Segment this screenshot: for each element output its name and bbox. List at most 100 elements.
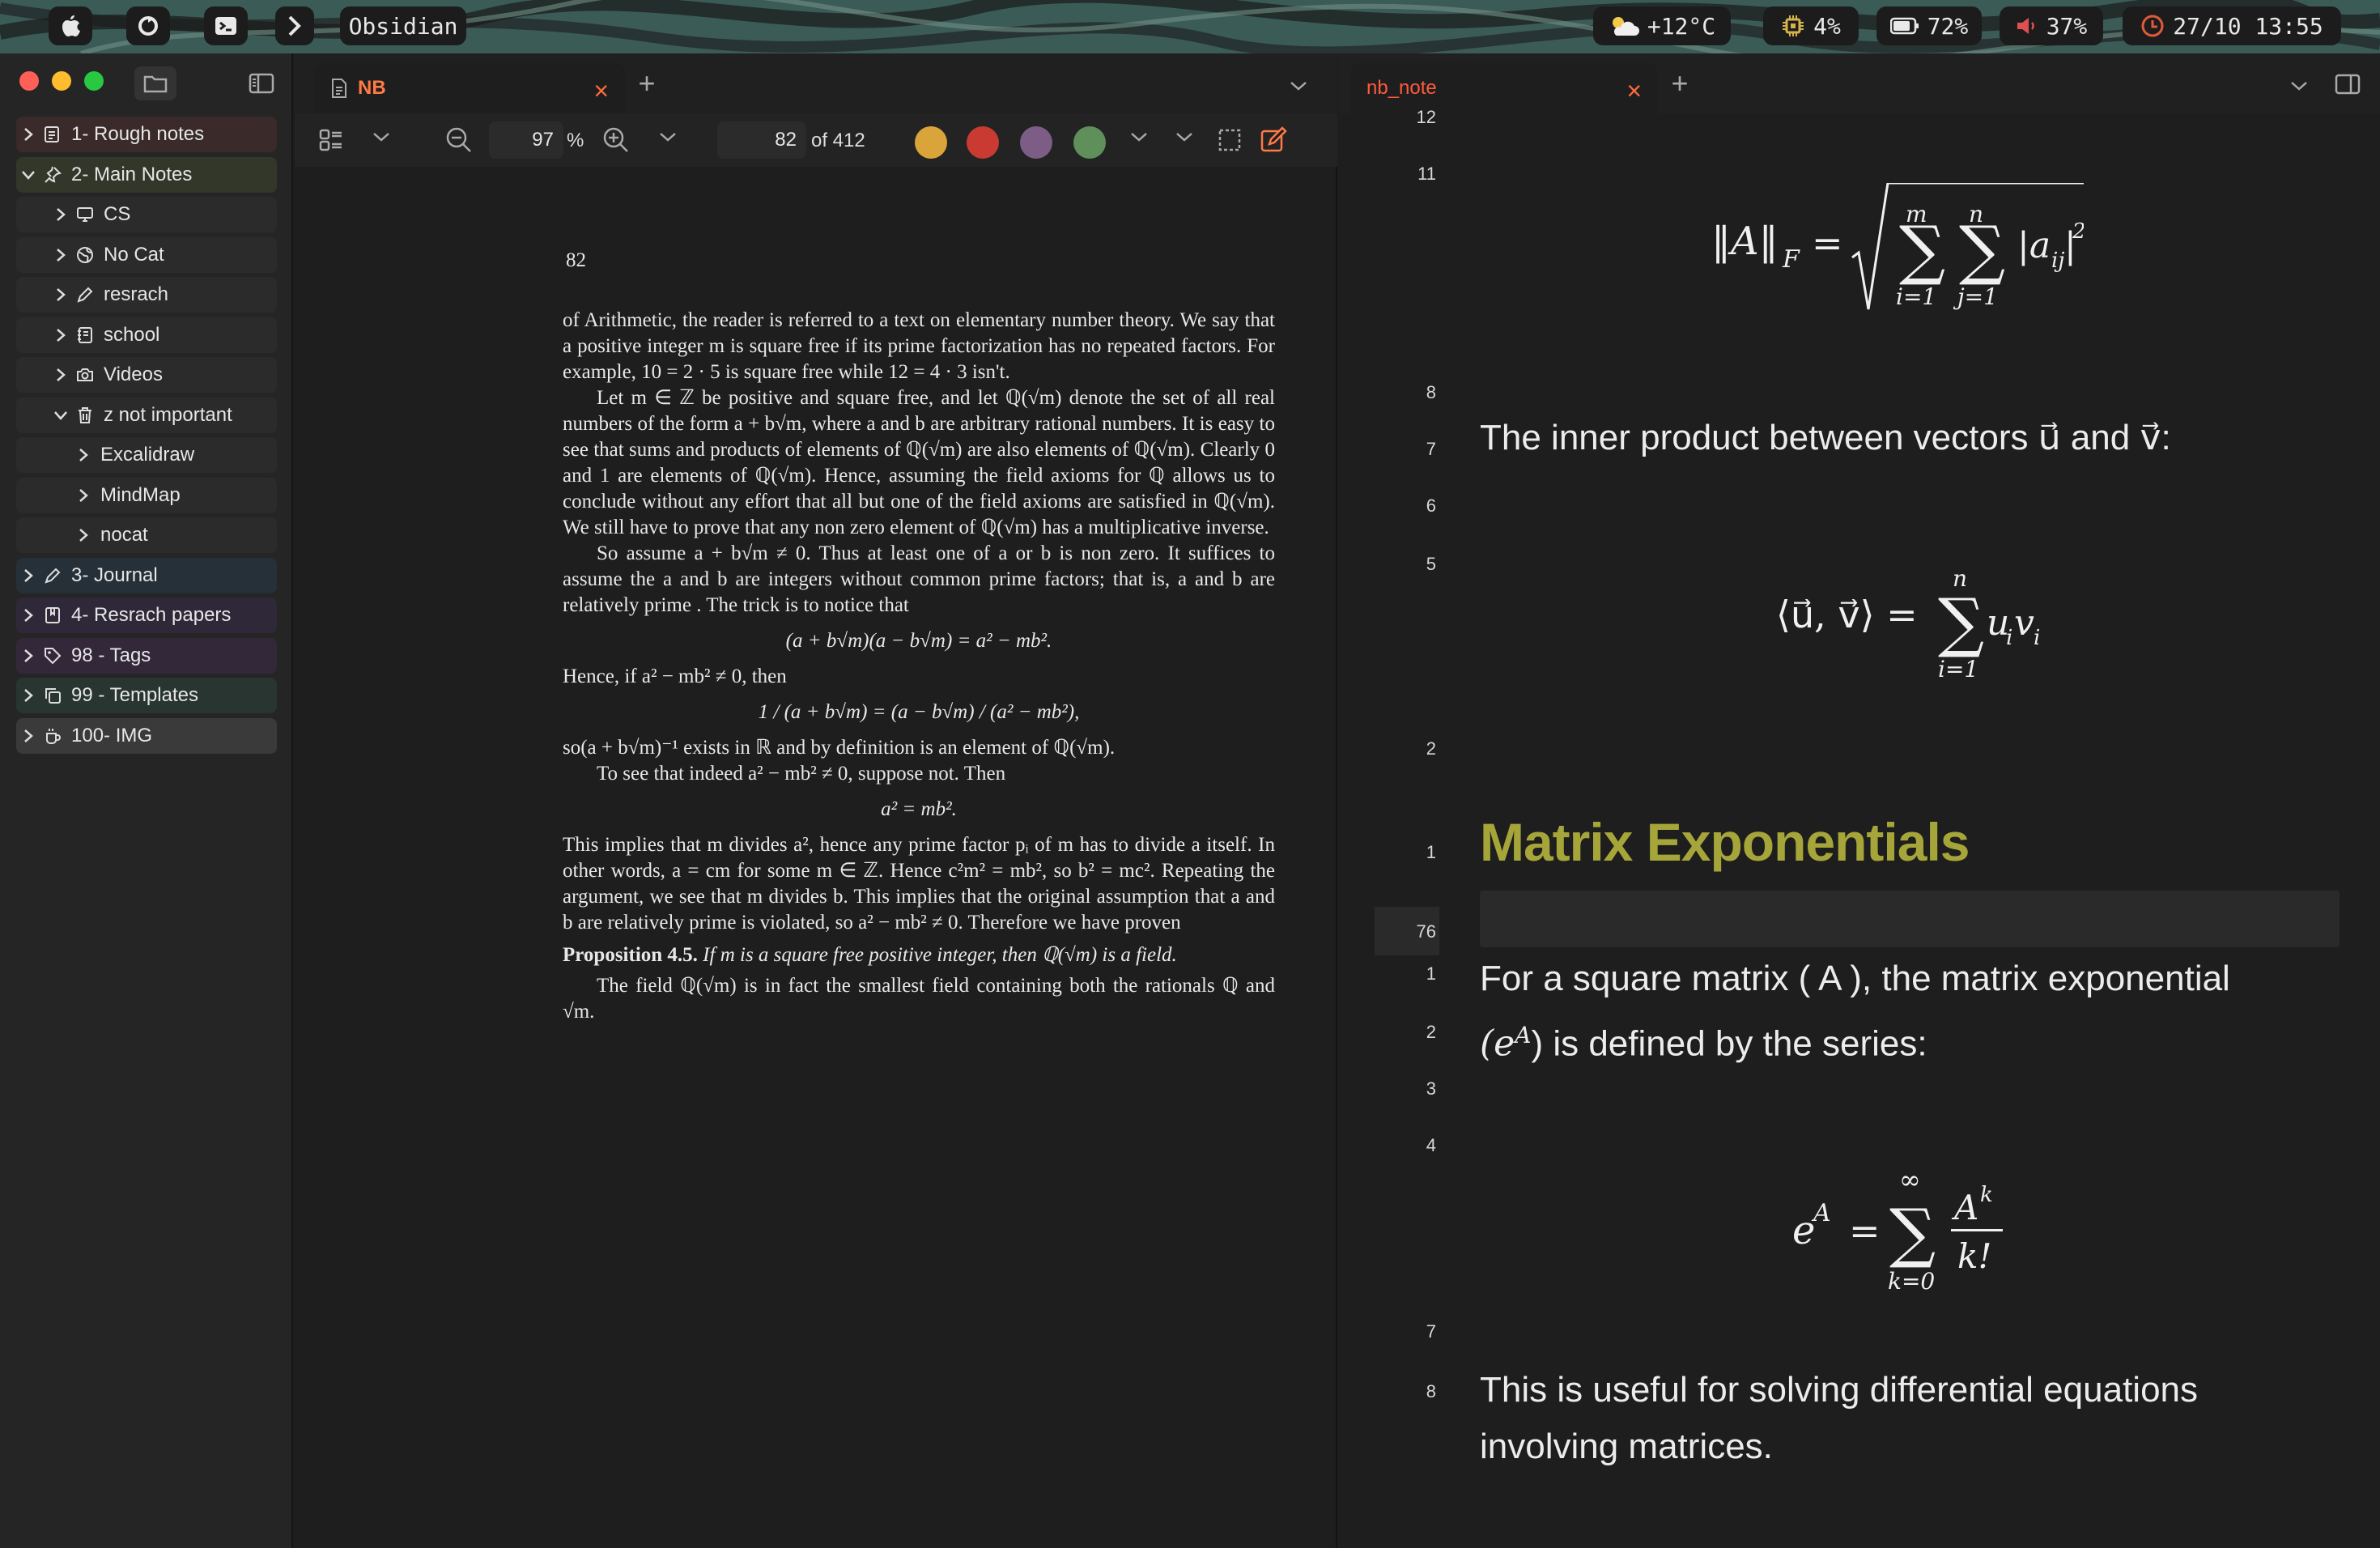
chevron-right-icon <box>16 683 40 708</box>
svg-text:|a: |a <box>2017 225 2051 266</box>
refresh-icon <box>138 16 158 36</box>
svg-text:v: v <box>2014 602 2034 644</box>
weather-widget[interactable]: +12°C <box>1593 6 1731 45</box>
sidebar-item-main-notes[interactable]: 2- Main Notes <box>16 156 277 193</box>
chevron-right-icon <box>49 363 73 387</box>
sidebar-item-cs[interactable]: CS <box>16 197 277 232</box>
sidebar-item-label: MindMap <box>100 483 181 506</box>
sidebar-item-nocat[interactable]: nocat <box>16 517 277 553</box>
clock-widget[interactable]: 27/10 13:55 <box>2123 6 2341 45</box>
zoom-input[interactable]: 97 <box>489 121 563 159</box>
edit-icon[interactable] <box>1260 126 1287 158</box>
chevron-right-icon <box>49 243 73 267</box>
pdf-proposition: Proposition 4.5. If m is a square free p… <box>563 942 1275 968</box>
close-tab-icon[interactable]: × <box>1626 76 1642 106</box>
cpu-widget[interactable]: 4% <box>1763 6 1859 45</box>
pencil-icon <box>40 563 65 588</box>
chevron-right-icon <box>16 603 40 627</box>
sidebar-item-rough-notes[interactable]: 1- Rough notes <box>16 117 277 152</box>
chevron-down-icon[interactable] <box>1175 131 1193 147</box>
tab-list-dropdown[interactable] <box>1282 70 1315 102</box>
definition-line: (eA) is defined by the series: <box>1480 1007 2230 1073</box>
svg-text:m: m <box>1906 201 1927 228</box>
zoom-window-button[interactable] <box>84 71 104 91</box>
pin-icon <box>40 163 65 187</box>
sidebar-item-no-cat[interactable]: No Cat <box>16 236 277 273</box>
thumbnails-icon[interactable] <box>319 128 343 156</box>
obsidian-window: 1- Rough notes 2- Main Notes CS No Cat r <box>0 53 2380 1548</box>
sidebar-item-mindmap[interactable]: MindMap <box>16 477 277 513</box>
svg-text:i=1: i=1 <box>1938 656 1978 683</box>
left-tab-bar: NB × + <box>295 53 1337 113</box>
sidebar-item-label: 4- Resrach papers <box>71 604 232 626</box>
svg-text:i=1: i=1 <box>1896 283 1936 310</box>
pdf-paragraph: Let m ∈ ℤ be positive and square free, a… <box>563 387 1275 538</box>
inner-product-sum: ∑ n i=1 u i v i <box>1938 565 2040 683</box>
highlight-color-green[interactable] <box>1073 126 1106 159</box>
sidebar-item-videos[interactable]: Videos <box>16 357 277 393</box>
sidebar-item-tags[interactable]: 98 - Tags <box>16 637 277 674</box>
definition-line: For a square matrix ( A ), the matrix ex… <box>1480 959 2230 998</box>
sidebar-item-resrach-papers[interactable]: 4- Resrach papers <box>16 598 277 633</box>
definition-exp-open: (e <box>1480 1023 1515 1065</box>
sidebar-item-school[interactable]: school <box>16 317 277 353</box>
proposition-text: If m is a square free positive integer, … <box>703 944 1177 966</box>
file-explorer-tab[interactable] <box>134 66 176 100</box>
chevron-right-icon <box>49 323 73 347</box>
chevron-right-icon <box>49 202 73 227</box>
terminal-widget[interactable] <box>204 6 248 45</box>
toggle-sidebar-button[interactable] <box>243 66 280 100</box>
apple-menu[interactable] <box>49 6 92 45</box>
toggle-right-sidebar-button[interactable] <box>2330 68 2365 100</box>
minimize-window-button[interactable] <box>52 71 71 91</box>
new-tab-button[interactable]: + <box>627 65 667 102</box>
page-number-input[interactable]: 82 <box>717 121 806 159</box>
tab-title: NB <box>358 77 386 99</box>
chevron-down-icon <box>2291 82 2307 91</box>
sidebar-item-img[interactable]: 100- IMG <box>16 717 277 754</box>
tab-title: nb_note <box>1366 77 1437 99</box>
sidebar-item-templates[interactable]: 99 - Templates <box>16 678 277 713</box>
zoom-out-icon[interactable] <box>445 126 473 158</box>
chevron-down-icon[interactable] <box>1130 131 1148 147</box>
close-tab-icon[interactable]: × <box>593 76 609 106</box>
highlight-color-red[interactable] <box>967 126 999 159</box>
chevron-down-icon[interactable] <box>659 131 677 147</box>
file-explorer-sidebar: 1- Rough notes 2- Main Notes CS No Cat r <box>0 53 293 1548</box>
battery-widget[interactable]: 72% <box>1876 6 1982 45</box>
svg-text:n: n <box>1953 565 1967 592</box>
note-pane: nb_note × + 12 11 8 7 6 5 2 1 76 1 2 3 4… <box>1339 53 2380 1548</box>
document-icon <box>332 79 346 98</box>
sidebar-item-z-not-important[interactable]: z not important <box>16 397 277 433</box>
battery-label: 72% <box>1927 12 1969 40</box>
refresh-widget[interactable] <box>126 6 170 45</box>
active-line-highlight[interactable] <box>1480 891 2340 947</box>
tab-list-dropdown[interactable] <box>2283 70 2315 102</box>
new-tab-button[interactable]: + <box>1660 65 1700 102</box>
rectangle-select-icon[interactable] <box>1218 128 1242 156</box>
sidebar-item-journal[interactable]: 3- Journal <box>16 557 277 593</box>
monitor-icon <box>73 202 97 227</box>
svg-text:=: = <box>1849 1209 1881 1252</box>
sidebar-item-label: school <box>104 323 160 346</box>
globe-icon <box>73 243 97 267</box>
tab-nb[interactable]: NB × <box>314 63 625 113</box>
chevron-right-icon <box>71 443 96 467</box>
right-tab-bar: nb_note × + <box>1339 53 2380 113</box>
chevron-down-icon[interactable] <box>372 131 390 147</box>
svg-text:∑: ∑ <box>1938 585 1984 660</box>
volume-widget[interactable]: 37% <box>2000 6 2103 45</box>
zoom-in-icon[interactable] <box>602 126 630 158</box>
app-chevron[interactable] <box>275 6 314 45</box>
pdf-toolbar: 97 % 82 of 412 <box>295 113 1337 167</box>
page-total-label: of 412 <box>811 130 865 151</box>
svg-text:=: = <box>1812 221 1843 265</box>
sidebar-item-excalidraw[interactable]: Excalidraw <box>16 437 277 473</box>
highlight-color-purple[interactable] <box>1020 126 1052 159</box>
svg-text:n: n <box>1969 201 1983 228</box>
highlight-color-yellow[interactable] <box>915 126 947 159</box>
sidebar-item-resrach[interactable]: resrach <box>16 277 277 313</box>
close-window-button[interactable] <box>19 71 39 91</box>
trash-icon <box>73 403 97 427</box>
tab-nb-note[interactable]: nb_note × <box>1350 63 1658 113</box>
